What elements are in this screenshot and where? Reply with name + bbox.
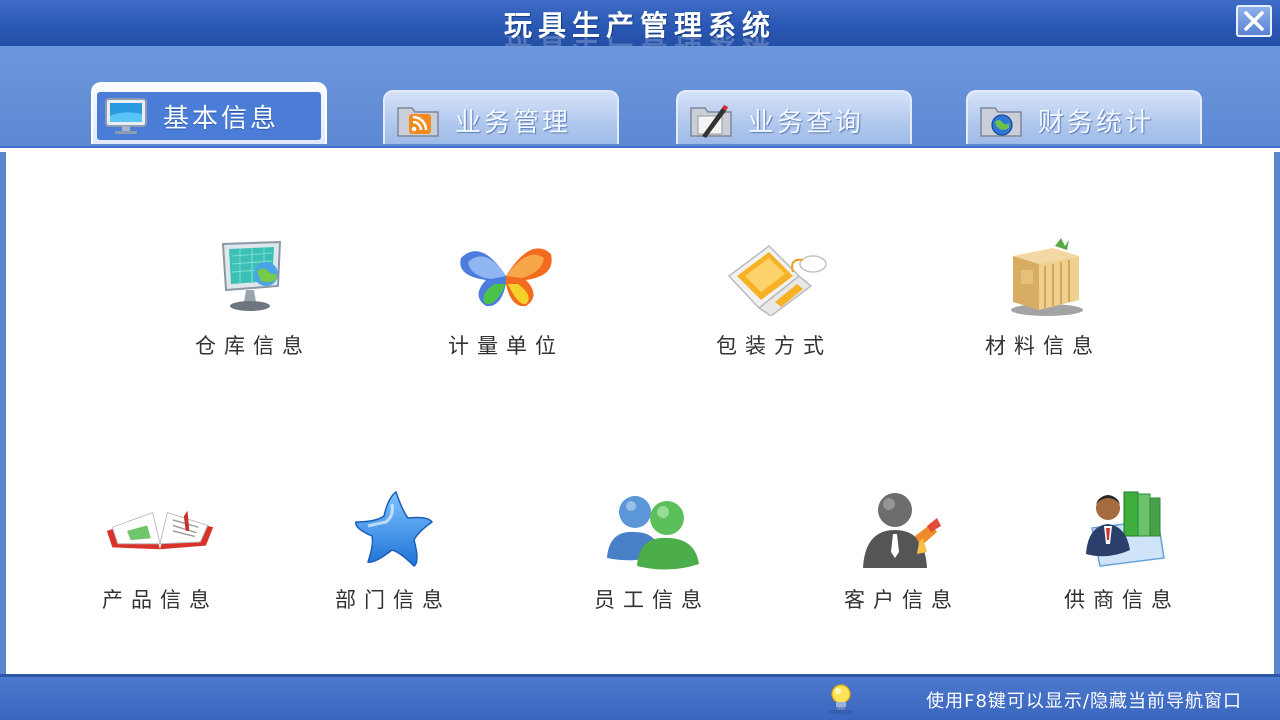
monitor-icon <box>103 96 149 136</box>
status-hint: 使用F8键可以显示/隐藏当前导航窗口 <box>926 691 1242 712</box>
butterfly-icon <box>451 228 561 324</box>
nav-item-unit[interactable]: 计量单位 <box>426 228 586 378</box>
app-window: 玩具生产管理系统 玩具生产管理系统 基本信息 <box>0 0 1280 720</box>
tab-finance-statistics[interactable]: 财务统计 <box>966 90 1202 144</box>
tab-label: 业务管理 <box>455 107 572 138</box>
tab-label: 基本信息 <box>163 103 280 134</box>
tab-label: 业务查询 <box>748 107 865 138</box>
laptop-mouse-icon <box>719 228 829 324</box>
nav-item-label: 员工信息 <box>594 588 710 612</box>
nav-item-product[interactable]: 产品信息 <box>80 482 240 632</box>
lightbulb-icon <box>826 683 856 715</box>
nav-item-supplier[interactable]: 供商信息 <box>1042 482 1202 632</box>
nav-item-employee[interactable]: 员工信息 <box>572 482 732 632</box>
nav-item-label: 供商信息 <box>1064 588 1180 612</box>
globe-folder-icon <box>978 100 1024 140</box>
nav-item-department[interactable]: 部门信息 <box>313 482 473 632</box>
tab-strip: 基本信息 业务管理 业务查询 财务统计 <box>0 46 1280 152</box>
nav-item-label: 材料信息 <box>985 334 1101 358</box>
close-button[interactable] <box>1236 5 1272 37</box>
open-book-icon <box>105 482 215 578</box>
close-icon <box>1244 11 1264 31</box>
nav-item-packaging[interactable]: 包装方式 <box>694 228 854 378</box>
nav-panel: 仓库信息 计量单位 包装方式 材料信息 产品信息 部门信息 员工信息 客户信息 … <box>6 152 1274 674</box>
nav-item-customer[interactable]: 客户信息 <box>822 482 982 632</box>
tab-label: 财务统计 <box>1038 107 1155 138</box>
title-bar: 玩具生产管理系统 玩具生产管理系统 <box>0 0 1280 48</box>
pen-folder-icon <box>688 100 734 140</box>
supplier-icon <box>1067 482 1177 578</box>
customer-icon <box>847 482 957 578</box>
nav-item-label: 客户信息 <box>844 588 960 612</box>
star-icon <box>338 482 448 578</box>
boxes-icon <box>988 228 1098 324</box>
nav-item-label: 包装方式 <box>716 334 832 358</box>
nav-item-label: 部门信息 <box>335 588 451 612</box>
monitor-globe-icon <box>198 228 308 324</box>
tab-basic-info[interactable]: 基本信息 <box>91 82 327 144</box>
nav-item-label: 产品信息 <box>102 588 218 612</box>
status-bar: 使用F8键可以显示/隐藏当前导航窗口 <box>0 674 1280 720</box>
rss-folder-icon <box>395 100 441 140</box>
users-icon <box>597 482 707 578</box>
nav-item-material[interactable]: 材料信息 <box>963 228 1123 378</box>
tab-business-management[interactable]: 业务管理 <box>383 90 619 144</box>
nav-item-label: 计量单位 <box>448 334 564 358</box>
nav-item-warehouse[interactable]: 仓库信息 <box>173 228 333 378</box>
nav-item-label: 仓库信息 <box>195 334 311 358</box>
tab-business-query[interactable]: 业务查询 <box>676 90 912 144</box>
